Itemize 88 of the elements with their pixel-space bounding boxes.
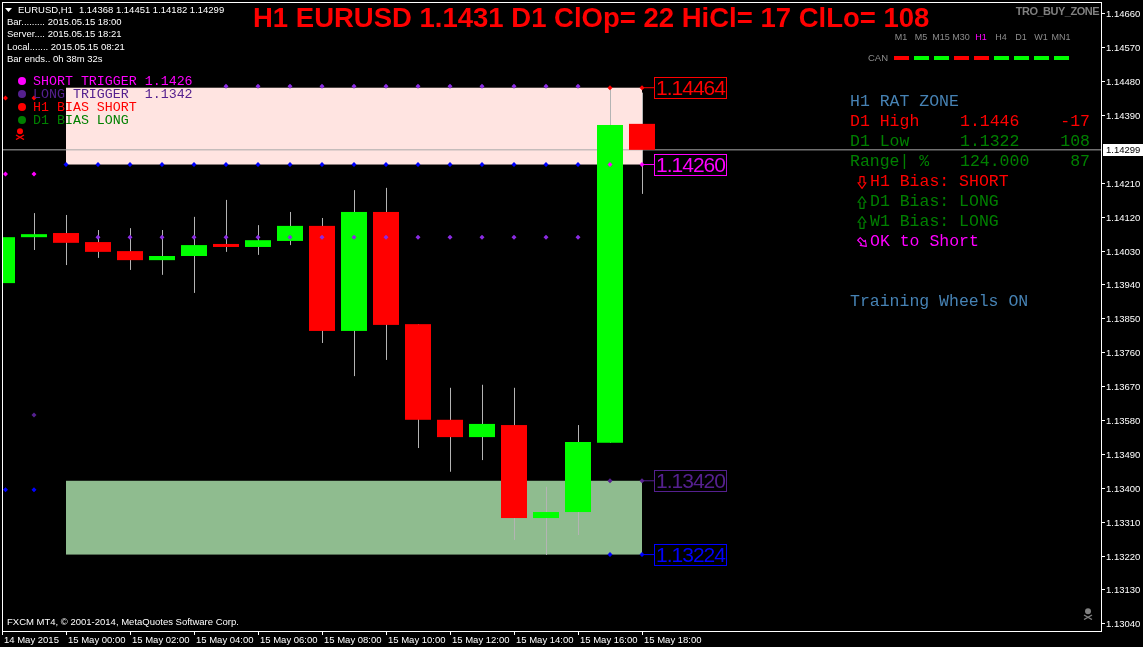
price-axis-label: 1.14570 [1106, 41, 1141, 55]
time-axis-label: 15 May 08:00 [324, 633, 382, 646]
bias-text: OK to Short [870, 232, 979, 252]
row-points: 108 [1059, 132, 1090, 152]
indicator-name: TRO_BUY_ZONE [1015, 5, 1099, 18]
symbol-label: EURUSD,H1 [18, 3, 73, 16]
marker-dots [3, 171, 37, 177]
time-axis-label: 15 May 04:00 [196, 633, 254, 646]
candle [213, 199, 239, 252]
candle [3, 237, 15, 284]
candle [53, 214, 79, 266]
time-axis-label: 14 May 2015 [4, 633, 59, 646]
price-axis-label: 1.13580 [1106, 414, 1141, 428]
price-axis-label: 1.13760 [1106, 346, 1141, 360]
time-axis-label: 15 May 16:00 [580, 633, 638, 646]
candle [85, 230, 111, 258]
time-axis-label: 15 May 06:00 [260, 633, 318, 646]
marker-dots [31, 412, 37, 418]
price-axis-label: 1.13850 [1106, 312, 1141, 326]
timeframe-label: H1 [974, 32, 988, 42]
row-label: D1 Low [850, 132, 911, 152]
price-tag: 1.13224 [654, 543, 727, 566]
price-axis-label: 1.13490 [1106, 447, 1141, 461]
price-axis-label: 1.13220 [1106, 549, 1141, 563]
timeframe-label: M15 [931, 32, 951, 42]
caret-icon[interactable] [5, 7, 12, 12]
arrow-up-icon [857, 195, 867, 209]
timeframe-label: D1 [1014, 32, 1028, 42]
time-axis-label: 15 May 12:00 [452, 633, 510, 646]
candle [117, 228, 143, 270]
timeframe-label: MN1 [1051, 32, 1071, 42]
price-axis-label: 1.14480 [1106, 75, 1141, 89]
legend-label: SHORT TRIGGER 1.1426 [33, 74, 193, 88]
row-value: 1.1322 [960, 132, 1021, 152]
price-axis-label: 1.14390 [1106, 109, 1141, 123]
time-axis-label: 15 May 02:00 [132, 633, 190, 646]
price-tag: 1.13420 [654, 469, 727, 492]
row-value: 1.1446 [960, 112, 1021, 132]
arrow-down-icon [857, 175, 867, 189]
arrow-up-icon [857, 215, 867, 229]
price-axis-label: 1.13310 [1106, 515, 1141, 529]
row-points: -17 [1059, 112, 1090, 132]
price-axis-label: 1.14030 [1106, 244, 1141, 258]
bias-text: D1 Bias: LONG [870, 192, 999, 212]
time-axis-label: 15 May 10:00 [388, 633, 446, 646]
status-text: Training Wheels ON [850, 292, 1030, 312]
price-tag: 1.14260 [654, 153, 727, 176]
quote-values: 1.14368 1.14451 1.14182 1.14299 [78, 3, 225, 16]
headline: H1 EURUSD 1.1431 D1 ClOp= 22 HiCl= 17 ClLo= 108 [253, 4, 930, 32]
time-axis-label: 15 May 18:00 [644, 633, 702, 646]
candle [277, 211, 303, 246]
panel-title: H1 RAT ZONE [850, 92, 960, 112]
price-axis-label: 1.13940 [1106, 278, 1141, 292]
time-axis-label: 15 May 14:00 [516, 633, 574, 646]
price-axis-label: 1.14210 [1106, 176, 1141, 190]
price-tag: 1.14464 [654, 76, 727, 99]
row-value: 124.000 [960, 152, 1031, 172]
row-label: Range| % [850, 152, 931, 172]
bias-text: H1 Bias: SHORT [870, 172, 1009, 192]
marker-dots [3, 487, 37, 493]
skull-icon [1083, 608, 1093, 620]
price-axis-label: 1.13130 [1106, 583, 1141, 597]
timeframe-label: M30 [951, 32, 971, 42]
info-line: Bar......... 2015.05.15 18:00 [6, 16, 123, 29]
timeframe-label: M1 [893, 32, 909, 42]
candle [21, 213, 47, 250]
info-line: Local....... 2015.05.15 08:21 [6, 40, 126, 54]
price-axis-label: 1.13670 [1106, 380, 1141, 394]
timeframe-label: H4 [994, 32, 1008, 42]
arrow-diagonal-icon [857, 237, 867, 247]
timeframe-label: W1 [1033, 32, 1049, 42]
info-line: Server.... 2015.05.15 18:21 [6, 28, 123, 41]
current-price-label: 1.14299 [1103, 143, 1143, 156]
timeframe-label: M5 [913, 32, 929, 42]
candle [245, 225, 271, 255]
price-axis-label: 1.14660 [1106, 7, 1141, 21]
row-points: 87 [1069, 152, 1090, 172]
row-label: D1 High [850, 112, 921, 132]
time-axis-label: 15 May 00:00 [68, 633, 126, 646]
price-axis-label: 1.13040 [1106, 617, 1141, 631]
skull-icon [15, 127, 25, 140]
signal-row-label: CAN [866, 52, 888, 64]
copyright-text: FXCM MT4, © 2001-2014, MetaQuotes Software Corp. [7, 616, 239, 628]
candle [149, 230, 175, 275]
bias-text: W1 Bias: LONG [870, 212, 999, 232]
price-axis-label: 1.14120 [1106, 210, 1141, 224]
price-axis-label: 1.13400 [1106, 481, 1141, 495]
info-line: Bar ends.. 0h 38m 32s [6, 53, 104, 66]
